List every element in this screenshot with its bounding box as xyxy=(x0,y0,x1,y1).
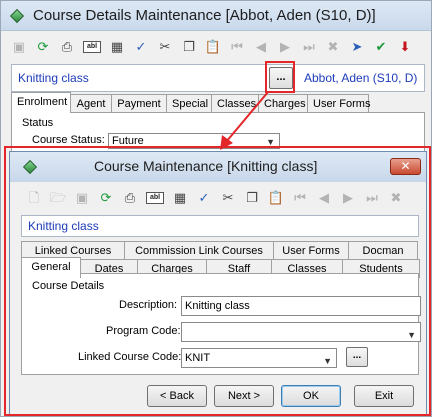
course-details-group-label: Course Details xyxy=(32,280,105,292)
abl-icon[interactable]: abl xyxy=(146,192,164,204)
delete-icon[interactable]: ✖ xyxy=(325,39,341,55)
next-record-icon[interactable]: ▶ xyxy=(277,39,293,55)
tab-special[interactable]: Special xyxy=(166,94,212,113)
chevron-down-icon: ▼ xyxy=(323,356,332,366)
previous-record-icon[interactable]: ◀ xyxy=(316,190,332,206)
ok-button[interactable]: OK xyxy=(281,385,341,407)
linked-course-code-value: KNIT xyxy=(185,352,211,364)
approve-icon[interactable]: ✔ xyxy=(373,39,389,55)
tab-user-forms[interactable]: User Forms xyxy=(273,241,349,260)
first-record-icon[interactable]: ⏮ xyxy=(292,190,308,206)
spellcheck-icon[interactable]: ✓ xyxy=(133,39,149,55)
dialog-course-link[interactable]: Knitting class xyxy=(28,219,99,233)
app-diamond-icon xyxy=(9,8,25,24)
print-icon[interactable]: ⎙ xyxy=(122,190,138,206)
tab-agent[interactable]: Agent xyxy=(70,94,112,113)
previous-record-icon[interactable]: ◀ xyxy=(253,39,269,55)
back-button[interactable]: < Back xyxy=(147,385,207,407)
refresh-icon[interactable]: ⟳ xyxy=(35,39,51,55)
dialog-link-bar: Knitting class xyxy=(21,215,419,237)
pin-icon[interactable]: ➤ xyxy=(349,39,365,55)
linked-course-code-select[interactable]: KNIT ▼ xyxy=(181,348,337,368)
download-icon[interactable]: ⬇ xyxy=(397,39,413,55)
last-record-icon[interactable]: ⏭ xyxy=(364,190,380,206)
calculator-icon[interactable]: ▦ xyxy=(172,190,188,206)
window-title-bar: Course Details Maintenance [Abbot, Aden … xyxy=(1,1,431,31)
dialog-title-bar: Course Maintenance [Knitting class] ✕ xyxy=(10,152,426,182)
save-icon[interactable]: ▣ xyxy=(74,190,90,206)
linked-course-ellipsis-button[interactable]: ... xyxy=(346,347,368,367)
app-diamond-icon xyxy=(22,159,38,175)
refresh-icon[interactable]: ⟳ xyxy=(98,190,114,206)
outer-tab-strip: Enrolment Agent Payment Special Classes … xyxy=(11,92,370,113)
copy-icon[interactable]: ❐ xyxy=(181,39,197,55)
course-status-label: Course Status: xyxy=(32,134,105,146)
cut-icon[interactable]: ✂ xyxy=(157,39,173,55)
tab-enrolment[interactable]: Enrolment xyxy=(11,92,71,113)
chevron-down-icon: ▼ xyxy=(266,137,275,147)
status-group-label: Status xyxy=(22,117,54,129)
dialog-toolbar: 🗋 🗁 ▣ ⟳ ⎙ abl ▦ ✓ ✂ ❐ 📋 ⏮ ◀ ▶ ⏭ ✖ xyxy=(26,186,412,210)
window-title: Course Details Maintenance [Abbot, Aden … xyxy=(33,7,376,24)
paste-icon[interactable]: 📋 xyxy=(268,190,284,206)
next-button[interactable]: Next > xyxy=(214,385,274,407)
chevron-down-icon: ▼ xyxy=(407,330,416,340)
outer-toolbar: ▣ ⟳ ⎙ abl ▦ ✓ ✂ ❐ 📋 ⏮ ◀ ▶ ⏭ ✖ ➤ ✔ ⬇ xyxy=(11,35,421,59)
delete-icon[interactable]: ✖ xyxy=(388,190,404,206)
abl-icon[interactable]: abl xyxy=(83,41,101,53)
save-icon[interactable]: ▣ xyxy=(11,39,27,55)
general-panel: Course Details Description: Knitting cla… xyxy=(21,273,421,375)
tab-payment[interactable]: Payment xyxy=(111,94,167,113)
ellipsis-highlight-box xyxy=(265,61,295,93)
spellcheck-icon[interactable]: ✓ xyxy=(196,190,212,206)
description-input[interactable]: Knitting class xyxy=(181,296,421,316)
course-status-select[interactable]: Future ▼ xyxy=(108,133,280,149)
dialog-title: Course Maintenance [Knitting class] xyxy=(94,158,318,174)
print-icon[interactable]: ⎙ xyxy=(59,39,75,55)
tab-charges[interactable]: Charges xyxy=(258,94,308,113)
new-document-icon[interactable]: 🗋 xyxy=(26,190,42,206)
tab-commission-link-courses[interactable]: Commission Link Courses xyxy=(124,241,274,260)
program-code-select[interactable]: ▼ xyxy=(181,322,421,342)
paste-icon[interactable]: 📋 xyxy=(205,39,221,55)
outer-link-bar: Knitting class ... Abbot, Aden (S10, D) xyxy=(11,64,425,92)
open-folder-icon[interactable]: 🗁 xyxy=(50,190,66,206)
exit-button[interactable]: Exit xyxy=(354,385,414,407)
linked-course-code-label: Linked Course Code: xyxy=(78,351,182,363)
tab-general[interactable]: General xyxy=(21,257,81,278)
tab-user-forms[interactable]: User Forms xyxy=(307,94,370,113)
program-code-label: Program Code: xyxy=(106,325,181,337)
student-link[interactable]: Abbot, Aden (S10, D) xyxy=(304,71,417,85)
next-record-icon[interactable]: ▶ xyxy=(340,190,356,206)
tab-docman[interactable]: Docman xyxy=(348,241,418,260)
close-button[interactable]: ✕ xyxy=(390,158,421,175)
description-label: Description: xyxy=(119,299,178,311)
course-link[interactable]: Knitting class xyxy=(18,71,89,85)
tab-classes[interactable]: Classes xyxy=(211,94,259,113)
copy-icon[interactable]: ❐ xyxy=(244,190,260,206)
first-record-icon[interactable]: ⏮ xyxy=(229,39,245,55)
course-status-value: Future xyxy=(112,135,144,147)
calculator-icon[interactable]: ▦ xyxy=(109,39,125,55)
course-maintenance-dialog: Course Maintenance [Knitting class] ✕ 🗋 … xyxy=(9,151,427,415)
cut-icon[interactable]: ✂ xyxy=(220,190,236,206)
last-record-icon[interactable]: ⏭ xyxy=(301,39,317,55)
